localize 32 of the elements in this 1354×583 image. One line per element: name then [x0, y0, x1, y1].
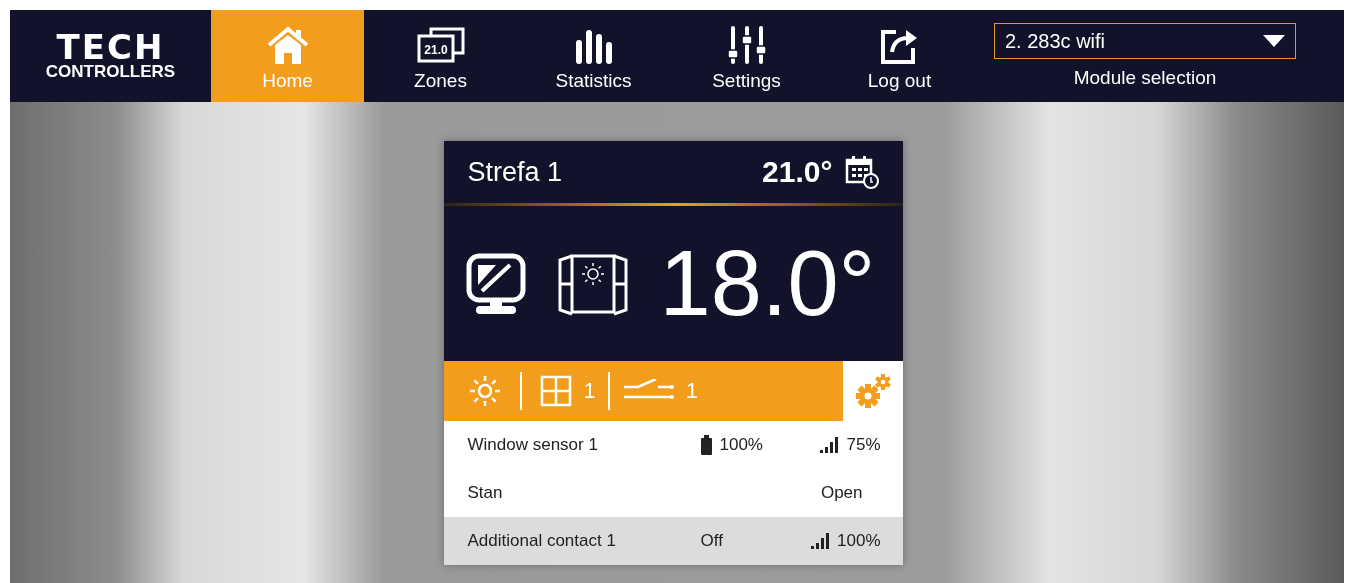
nav-tab[interactable]: Statistics	[517, 10, 670, 102]
state-value: Open	[820, 483, 863, 503]
nav-tab[interactable]: Settings	[670, 10, 823, 102]
signal-icon	[820, 437, 841, 453]
settings-button[interactable]	[842, 361, 903, 421]
battery-level: 100%	[719, 435, 763, 455]
module-label: Module selection	[1073, 67, 1217, 89]
sensor-name: Window sensor 1	[467, 435, 599, 455]
logo-text: TECH	[56, 31, 165, 63]
target-temperature: 21.0°	[762, 155, 833, 189]
monitor-icon	[465, 252, 526, 315]
sliders-icon	[726, 26, 767, 64]
contact-name: Additional contact 1	[467, 531, 617, 551]
current-temperature: 18.0°	[659, 231, 876, 336]
contact-state: Off	[700, 531, 723, 551]
sun-icon	[467, 374, 502, 408]
nav-tab[interactable]: Log out	[823, 10, 976, 102]
signal-strength: 75%	[846, 435, 881, 455]
logo-subtitle: CONTROLLERS	[45, 63, 176, 81]
contact-count: 1	[685, 378, 698, 404]
window-icon	[539, 375, 572, 407]
zone-name: Strefa 1	[467, 156, 563, 188]
caret-icon	[1263, 35, 1285, 47]
calendar-icon	[844, 155, 879, 189]
state-label: Stan	[467, 483, 504, 503]
signal-icon	[811, 533, 831, 549]
nav-tab[interactable]: 21.0 Zones	[364, 10, 517, 102]
home-icon	[265, 26, 310, 64]
signal-strength: 100%	[837, 531, 881, 551]
window-count: 1	[583, 378, 596, 404]
module-dropdown[interactable]: 2. 283c wifi	[994, 23, 1296, 59]
battery-icon	[700, 435, 712, 455]
